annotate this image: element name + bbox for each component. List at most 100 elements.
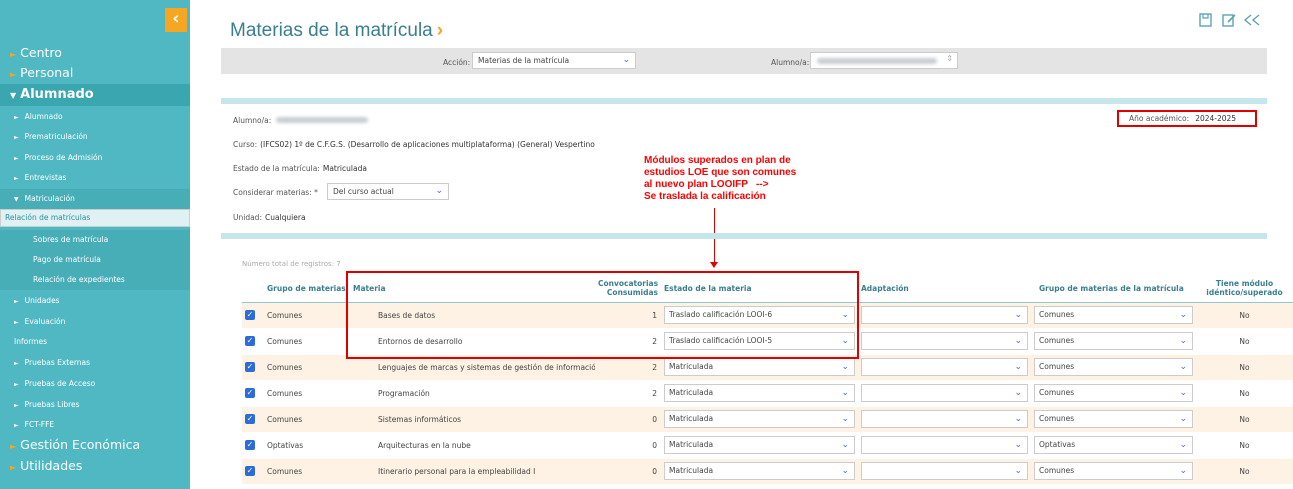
- row-check-cell: ✓: [242, 302, 264, 329]
- adaptacion-select[interactable]: ⌄: [861, 332, 1028, 350]
- row-checkbox[interactable]: ✓: [245, 362, 255, 372]
- alumno-select[interactable]: ⇕: [810, 52, 958, 69]
- edit-icon[interactable]: [1220, 12, 1237, 29]
- grupo-matricula-select-value: Optativas: [1039, 440, 1076, 449]
- save-icon-graphic: [1198, 13, 1212, 27]
- chevron-down-icon: ⌄: [1014, 336, 1022, 346]
- adaptacion-select[interactable]: ⌄: [861, 384, 1028, 402]
- estado-select-value: Matriculada: [669, 362, 714, 371]
- info-unidad: Unidad: Cualquiera: [233, 213, 306, 222]
- estado-select[interactable]: Matriculada ⌄: [664, 384, 855, 402]
- header-check: [242, 275, 264, 303]
- grupo-matricula-select[interactable]: Comunes ⌄: [1034, 306, 1193, 324]
- sidebar-item-proceso-admision[interactable]: ► Proceso de Admisión: [0, 148, 190, 169]
- grupo-matricula-select[interactable]: Comunes ⌄: [1034, 332, 1193, 350]
- row-checkbox[interactable]: ✓: [245, 310, 255, 320]
- sidebar-subitem-relacion-matriculas[interactable]: Relación de matrículas: [0, 209, 190, 227]
- adaptacion-select[interactable]: ⌄: [861, 410, 1028, 428]
- grupo-matricula-select[interactable]: Comunes ⌄: [1034, 384, 1193, 402]
- sidebar-section-centro[interactable]: ► Centro: [0, 44, 190, 64]
- chevron-down-icon: ⌄: [841, 388, 849, 398]
- sidebar-section-personal[interactable]: ► Personal: [0, 64, 190, 84]
- table-header-row: Grupo de materias Materia Convocatorias …: [242, 275, 1293, 303]
- accion-select[interactable]: Materias de la matrícula ⌄: [472, 52, 636, 69]
- row-tiene-modulo: No: [1196, 380, 1293, 407]
- grupo-matricula-select[interactable]: Comunes ⌄: [1034, 358, 1193, 376]
- sidebar-section-alumnado[interactable]: ▼ Alumnado: [0, 84, 190, 106]
- row-checkbox[interactable]: ✓: [245, 440, 255, 450]
- row-checkbox[interactable]: ✓: [245, 336, 255, 346]
- sidebar-subitem-pago-matricula[interactable]: Pago de matrícula: [0, 250, 190, 270]
- blurred-student-name: [276, 117, 369, 123]
- sidebar-item-alumnado[interactable]: ► Alumnado: [0, 107, 190, 128]
- sidebar-item-evaluacion[interactable]: ► Evaluación: [0, 312, 190, 333]
- caret-right-icon: ►: [14, 381, 19, 388]
- estado-select[interactable]: Matriculada ⌄: [664, 436, 855, 454]
- considerar-materias-select[interactable]: Del curso actual ⌄: [327, 183, 449, 200]
- sidebar-item-fct-ffe[interactable]: ► FCT-FFE: [0, 415, 190, 436]
- grupo-matricula-select-value: Comunes: [1039, 414, 1075, 423]
- sidebar-item-pruebas-libres[interactable]: ► Pruebas Libres: [0, 395, 190, 416]
- row-check-cell: ✓: [242, 354, 264, 381]
- chevron-down-icon: ⌄: [1179, 414, 1187, 424]
- row-adaptacion-cell: ⌄: [858, 458, 1031, 485]
- sidebar-item-entrevistas[interactable]: ► Entrevistas: [0, 168, 190, 189]
- estado-select[interactable]: Matriculada ⌄: [664, 358, 855, 376]
- sidebar-section-gestion-economica[interactable]: ► Gestión Económica: [0, 436, 190, 456]
- sidebar-item-prematriculacion[interactable]: ► Prematriculación: [0, 127, 190, 148]
- header-adaptacion: Adaptación: [858, 275, 1031, 303]
- sidebar-item-label: Pruebas Libres: [24, 400, 80, 409]
- caret-right-icon: ►: [10, 442, 17, 451]
- sidebar-item-matriculacion[interactable]: ▼ Matriculación: [0, 189, 190, 210]
- row-estado-cell: Matriculada ⌄: [661, 458, 858, 485]
- adaptacion-select[interactable]: ⌄: [861, 462, 1028, 480]
- chevron-down-icon: ⌄: [1179, 466, 1187, 476]
- estado-select[interactable]: Matriculada ⌄: [664, 410, 855, 428]
- grupo-matricula-select[interactable]: Comunes ⌄: [1034, 462, 1193, 480]
- sidebar-item-informes[interactable]: Informes: [0, 332, 190, 352]
- row-grupo-matricula-cell: Comunes ⌄: [1031, 302, 1196, 329]
- grupo-matricula-select[interactable]: Optativas ⌄: [1034, 436, 1193, 454]
- row-tiene-modulo: No: [1196, 432, 1293, 459]
- collapse-sidebar-button[interactable]: ‹: [165, 8, 187, 32]
- adaptacion-select[interactable]: ⌄: [861, 436, 1028, 454]
- chevron-down-icon: ⌄: [841, 414, 849, 424]
- row-estado-cell: Traslado calificación LOOI-5 ⌄: [661, 328, 858, 355]
- sidebar-item-label: Informes: [14, 337, 47, 346]
- sidebar-subitem-relacion-expedientes[interactable]: Relación de expedientes: [0, 270, 190, 290]
- sidebar-section-utilidades[interactable]: ► Utilidades: [0, 457, 190, 477]
- row-checkbox[interactable]: ✓: [245, 388, 255, 398]
- row-estado-cell: Matriculada ⌄: [661, 380, 858, 407]
- adaptacion-select[interactable]: ⌄: [861, 358, 1028, 376]
- sidebar-section-label: Personal: [20, 65, 74, 80]
- row-materia: Entornos de desarrollo: [350, 328, 595, 355]
- grupo-matricula-select[interactable]: Comunes ⌄: [1034, 410, 1193, 428]
- grupo-matricula-select-value: Comunes: [1039, 310, 1075, 319]
- back-icon[interactable]: [1243, 12, 1260, 29]
- row-checkbox[interactable]: ✓: [245, 466, 255, 476]
- estado-select[interactable]: Traslado calificación LOOI-5 ⌄: [664, 332, 855, 350]
- chevron-down-icon: ⌄: [622, 55, 630, 65]
- caret-right-icon: ►: [10, 70, 17, 79]
- row-grupo-matricula-cell: Optativas ⌄: [1031, 432, 1196, 459]
- adaptacion-select[interactable]: ⌄: [861, 306, 1028, 324]
- estado-select-value: Matriculada: [669, 440, 714, 449]
- row-materia: Lenguajes de marcas y sistemas de gestió…: [350, 354, 595, 381]
- caret-right-icon: ►: [14, 422, 19, 429]
- curso-value: (IFCS02) 1º de C.F.G.S. (Desarrollo de a…: [260, 140, 595, 149]
- back-icon-graphic: [1243, 14, 1260, 26]
- save-icon[interactable]: [1197, 12, 1214, 29]
- estado-select[interactable]: Traslado calificación LOOI-6 ⌄: [664, 306, 855, 324]
- grupo-matricula-select-value: Comunes: [1039, 388, 1075, 397]
- row-checkbox[interactable]: ✓: [245, 414, 255, 424]
- sidebar-item-label: Entrevistas: [24, 173, 67, 182]
- sidebar-item-pruebas-acceso[interactable]: ► Pruebas de Acceso: [0, 374, 190, 395]
- page-title: Materias de la matrícula ›: [230, 20, 443, 42]
- sidebar-item-pruebas-externas[interactable]: ► Pruebas Externas: [0, 353, 190, 374]
- sidebar-section-label: Utilidades: [20, 458, 83, 473]
- caret-right-icon: ►: [10, 463, 17, 472]
- estado-select[interactable]: Matriculada ⌄: [664, 462, 855, 480]
- sidebar-item-unidades[interactable]: ► Unidades: [0, 291, 190, 312]
- sidebar-subitem-sobres-matricula[interactable]: Sobres de matrícula: [0, 230, 190, 250]
- estado-value: Matriculada: [322, 164, 367, 173]
